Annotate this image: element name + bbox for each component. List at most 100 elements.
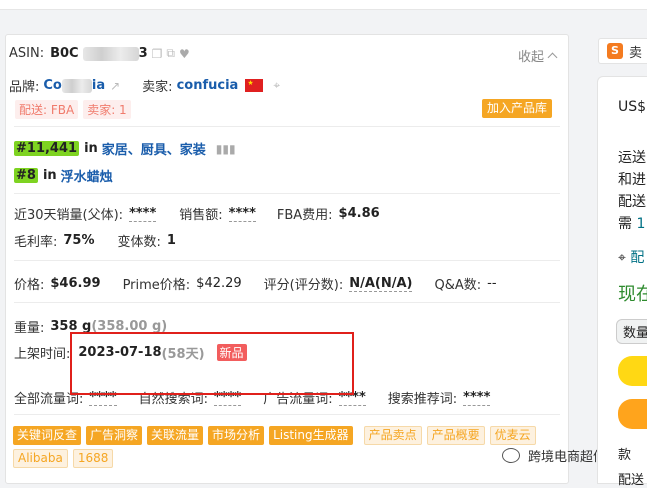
buybox-location-text: 配 xyxy=(630,250,645,266)
buybox-line4: 需 1 xyxy=(618,213,645,233)
variants-value: 1 xyxy=(166,233,176,248)
market-analysis-button[interactable]: 市场分析 xyxy=(208,426,265,445)
brand-label: 品牌: xyxy=(9,80,40,95)
asin-blurred xyxy=(82,46,139,61)
recommend-value: **** xyxy=(463,389,491,406)
divider xyxy=(14,193,560,194)
keyword-reverse-button[interactable]: 关键词反查 xyxy=(13,426,82,445)
chevron-up-icon xyxy=(547,52,558,63)
external-link-icon[interactable]: ↗ xyxy=(110,79,120,93)
fba-fee-label: FBA费用: xyxy=(276,208,333,223)
seller-link[interactable]: confucia xyxy=(177,78,239,93)
prime-price-value: $42.29 xyxy=(196,276,242,291)
bar-chart-icon[interactable]: ▮▮▮ xyxy=(216,142,236,156)
asin-row: ASIN: B0C 3 ❐ ⧉ ♥ xyxy=(9,46,190,61)
alibaba-button[interactable]: Alibaba xyxy=(13,449,68,468)
highlight-box xyxy=(70,332,354,395)
copy-alt-icon[interactable]: ⧉ xyxy=(166,46,175,61)
add-to-library-button[interactable]: 加入产品库 xyxy=(482,99,553,118)
youmaiyun-button[interactable]: 优麦云 xyxy=(489,426,536,445)
buybox-line4-b: 1 xyxy=(636,216,646,232)
buy-box-card: US$ 运送 和进 配送 需 1 ⌖ 配 现在 数量 款 配送 xyxy=(597,76,647,488)
seller-tab[interactable]: S 卖 xyxy=(598,38,647,64)
price-row: 价格: $46.99 Prime价格: $42.29 评分(评分数): N/A(… xyxy=(14,274,497,294)
asin-suffix: 3 xyxy=(138,46,148,61)
top-bar xyxy=(0,0,647,10)
buybox-line3: 配送 xyxy=(618,194,646,210)
sales30-label: 近30天销量(父体): xyxy=(14,208,124,223)
rating-value: N/A(N/A) xyxy=(349,275,413,292)
rank-in: in xyxy=(42,168,57,183)
sales30-value: **** xyxy=(129,205,157,222)
heart-icon[interactable]: ♥ xyxy=(179,47,190,61)
china-flag-icon xyxy=(245,79,264,92)
variants-label: 变体数: xyxy=(117,235,161,250)
asin-label: ASIN: xyxy=(9,46,45,61)
watermark: 跨境电商超仔 xyxy=(502,446,606,465)
tool-buttons: 关键词反查 广告洞察 关联流量 市场分析 Listing生成器 产品卖点 产品概… xyxy=(13,426,553,468)
fba-fee-value: $4.86 xyxy=(338,206,380,221)
margin-row: 毛利率: 75% 变体数: 1 xyxy=(14,231,176,250)
divider xyxy=(14,260,560,261)
related-traffic-button[interactable]: 关联流量 xyxy=(147,426,204,445)
seller-tab-label: 卖 xyxy=(629,45,643,61)
margin-value: 75% xyxy=(63,233,95,248)
recommend-label: 搜索推荐词: xyxy=(387,392,458,407)
margin-label: 毛利率: xyxy=(14,235,58,250)
price-value: $46.99 xyxy=(50,276,101,291)
buybox-location[interactable]: ⌖ 配 xyxy=(618,247,644,267)
prime-price-label: Prime价格: xyxy=(122,278,191,293)
location-pin-icon: ⌖ xyxy=(618,250,626,266)
seller-tab-icon: S xyxy=(607,43,623,59)
selling-points-button[interactable]: 产品卖点 xyxy=(363,426,422,445)
watermark-text: 跨境电商超仔 xyxy=(528,450,607,465)
brand-blurred xyxy=(61,78,92,93)
brand-link[interactable]: Co xyxy=(43,78,61,93)
rank-badge: #11,441 xyxy=(14,141,80,156)
rank-badge: #8 xyxy=(14,168,38,183)
buybox-line1: 运送 xyxy=(618,150,646,166)
add-to-cart-button[interactable] xyxy=(618,356,647,386)
buybox-footer: 款 xyxy=(618,448,632,463)
sales-row: 近30天销量(父体): **** 销售额: **** FBA费用: $4.86 xyxy=(14,204,380,224)
seller-label: 卖家: xyxy=(142,80,173,95)
buybox-footer2: 配送 xyxy=(618,473,645,488)
brand-row: 品牌: Co ia ↗ 卖家: confucia ⌖ xyxy=(9,76,280,95)
ad-insight-button[interactable]: 广告洞察 xyxy=(86,426,143,445)
in-stock-text: 现在 xyxy=(618,284,647,305)
tags-row: 配送: FBA 卖家: 1 xyxy=(15,100,136,119)
listing-generator-button[interactable]: Listing生成器 xyxy=(269,426,353,445)
qa-label: Q&A数: xyxy=(434,278,482,293)
rank-category-link[interactable]: 家居、厨具、家装 xyxy=(102,139,206,158)
divider xyxy=(14,302,560,303)
seller-count-tag: 卖家: 1 xyxy=(83,100,131,119)
revenue-value: **** xyxy=(228,205,256,222)
divider xyxy=(14,126,560,127)
brand-link-end[interactable]: ia xyxy=(92,78,105,93)
product-overview-button[interactable]: 产品概要 xyxy=(426,426,485,445)
1688-button[interactable]: 1688 xyxy=(72,449,114,468)
fba-tag: 配送: FBA xyxy=(15,100,79,119)
revenue-label: 销售额: xyxy=(179,208,223,223)
asin-prefix: B0C xyxy=(50,46,79,61)
weight-label: 重量: xyxy=(14,321,45,336)
buybox-line4-a: 需 xyxy=(618,216,632,232)
qa-value: -- xyxy=(487,276,497,291)
price-label: 价格: xyxy=(14,278,45,293)
rating-label: 评分(评分数): xyxy=(263,278,344,293)
rank-row-2: #8 in 浮水蜡烛 xyxy=(14,166,113,185)
rank-row-1: #11,441 in 家居、厨具、家装 ▮▮▮ xyxy=(14,139,236,158)
collapse-label: 收起 xyxy=(518,50,545,65)
rank-category-link[interactable]: 浮水蜡烛 xyxy=(61,166,113,185)
buy-now-button[interactable] xyxy=(618,399,647,429)
rank-in: in xyxy=(84,141,98,156)
quantity-select[interactable]: 数量 xyxy=(616,319,647,344)
buybox-price: US$ xyxy=(618,99,647,115)
listed-label: 上架时间: xyxy=(14,347,71,362)
copy-icon[interactable]: ❐ xyxy=(152,47,163,61)
buybox-line2: 和进 xyxy=(618,172,646,188)
wechat-icon xyxy=(502,448,520,463)
location-icon[interactable]: ⌖ xyxy=(273,78,280,93)
divider xyxy=(14,414,560,415)
collapse-button[interactable]: 收起 xyxy=(518,46,558,65)
